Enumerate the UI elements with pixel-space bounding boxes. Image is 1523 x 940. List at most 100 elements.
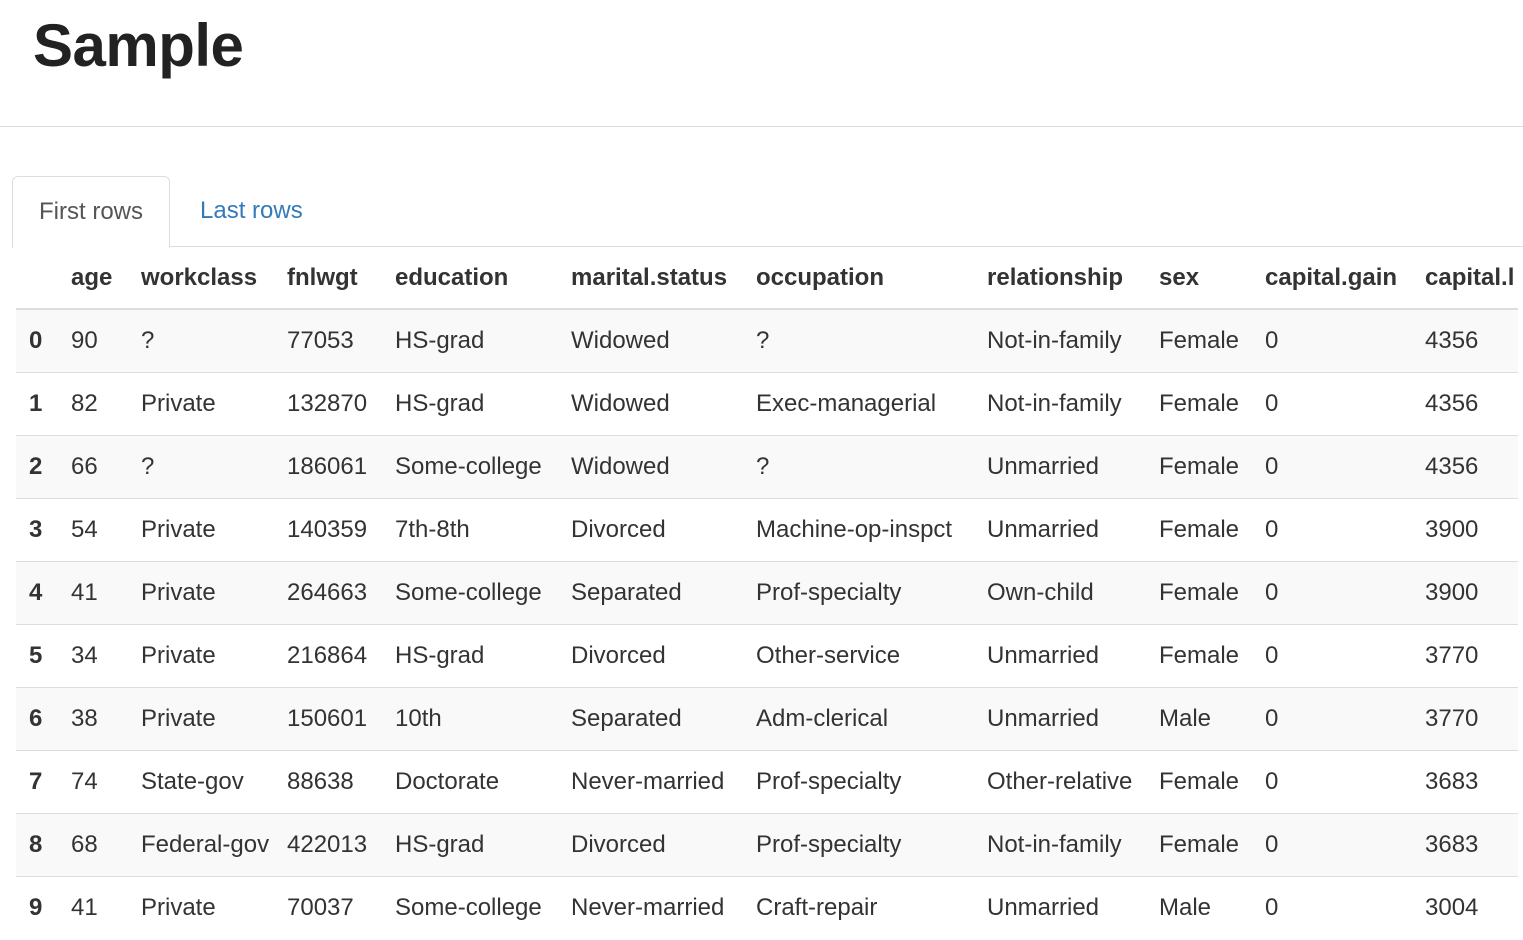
column-header-index[interactable] — [16, 248, 71, 310]
cell-index: 5 — [16, 624, 71, 688]
cell-occupation: Exec-managerial — [756, 372, 987, 436]
cell-workclass: State-gov — [141, 750, 287, 814]
table-row: 9 41 Private 70037 Some-college Never-married… — [16, 876, 1518, 939]
column-header-age[interactable]: age — [71, 248, 141, 310]
column-header-capital-gain[interactable]: capital.gain — [1265, 248, 1425, 310]
cell-occupation: Adm-clerical — [756, 687, 987, 751]
cell-sex: Female — [1159, 813, 1265, 877]
column-header-fnlwgt[interactable]: fnlwgt — [287, 248, 395, 310]
table-row: 4 41 Private 264663 Some-college Separated Pro… — [16, 561, 1518, 625]
cell-index: 6 — [16, 687, 71, 751]
cell-age: 34 — [71, 624, 141, 688]
cell-capital-gain: 0 — [1265, 372, 1425, 436]
tab-bar: First rows Last rows — [12, 176, 1523, 248]
cell-education: HS-grad — [395, 372, 571, 436]
cell-education: Some-college — [395, 876, 571, 939]
cell-fnlwgt: 216864 — [287, 624, 395, 688]
page-title: Sample — [33, 12, 244, 79]
cell-fnlwgt: 140359 — [287, 498, 395, 562]
cell-capital-loss: 4356 — [1425, 308, 1518, 373]
cell-education: Some-college — [395, 561, 571, 625]
cell-fnlwgt: 88638 — [287, 750, 395, 814]
cell-index: 7 — [16, 750, 71, 814]
cell-occupation: Prof-specialty — [756, 561, 987, 625]
cell-capital-loss: 4356 — [1425, 435, 1518, 499]
cell-capital-loss: 3900 — [1425, 498, 1518, 562]
table-row: 6 38 Private 150601 10th Separated Adm-clerica… — [16, 687, 1518, 751]
cell-occupation: Other-service — [756, 624, 987, 688]
cell-fnlwgt: 77053 — [287, 308, 395, 373]
table-header-row: age workclass fnlwgt education marital.s… — [16, 248, 1518, 310]
cell-age: 54 — [71, 498, 141, 562]
cell-sex: Female — [1159, 308, 1265, 373]
cell-capital-gain: 0 — [1265, 435, 1425, 499]
cell-capital-gain: 0 — [1265, 624, 1425, 688]
cell-marital-status: Divorced — [571, 498, 756, 562]
cell-education: HS-grad — [395, 308, 571, 373]
column-header-marital-status[interactable]: marital.status — [571, 248, 756, 310]
cell-occupation: Prof-specialty — [756, 813, 987, 877]
column-header-relationship[interactable]: relationship — [987, 248, 1159, 310]
cell-relationship: Not-in-family — [987, 372, 1159, 436]
cell-relationship: Not-in-family — [987, 813, 1159, 877]
cell-fnlwgt: 70037 — [287, 876, 395, 939]
cell-relationship: Other-relative — [987, 750, 1159, 814]
cell-workclass: Private — [141, 687, 287, 751]
cell-marital-status: Separated — [571, 687, 756, 751]
cell-capital-loss: 3683 — [1425, 813, 1518, 877]
cell-relationship: Not-in-family — [987, 308, 1159, 373]
cell-relationship: Unmarried — [987, 498, 1159, 562]
column-header-workclass[interactable]: workclass — [141, 248, 287, 310]
table-row: 7 74 State-gov 88638 Doctorate Never-married P… — [16, 750, 1518, 814]
table-row: 2 66? 186061 Some-college Widowed? Unmarried F… — [16, 435, 1518, 499]
cell-marital-status: Never-married — [571, 876, 756, 939]
cell-fnlwgt: 422013 — [287, 813, 395, 877]
cell-sex: Male — [1159, 876, 1265, 939]
cell-workclass: Federal-gov — [141, 813, 287, 877]
cell-capital-gain: 0 — [1265, 876, 1425, 939]
cell-sex: Female — [1159, 561, 1265, 625]
tab-first-rows[interactable]: First rows — [12, 176, 170, 248]
cell-age: 90 — [71, 308, 141, 373]
table-row: 0 90? 77053 HS-grad Widowed? Not-in-family Fem… — [16, 308, 1518, 373]
cell-occupation: Craft-repair — [756, 876, 987, 939]
cell-occupation: Machine-op-inspct — [756, 498, 987, 562]
cell-sex: Female — [1159, 435, 1265, 499]
cell-capital-loss: 4356 — [1425, 372, 1518, 436]
column-header-education[interactable]: education — [395, 248, 571, 310]
cell-age: 82 — [71, 372, 141, 436]
cell-workclass: Private — [141, 876, 287, 939]
cell-sex: Female — [1159, 750, 1265, 814]
divider — [0, 126, 1523, 127]
table-row: 5 34 Private 216864 HS-grad Divorced Other-ser… — [16, 624, 1518, 688]
cell-index: 1 — [16, 372, 71, 436]
cell-workclass: Private — [141, 624, 287, 688]
cell-index: 8 — [16, 813, 71, 877]
column-header-capital-loss[interactable]: capital.l — [1425, 248, 1518, 310]
cell-marital-status: Divorced — [571, 624, 756, 688]
cell-fnlwgt: 264663 — [287, 561, 395, 625]
cell-capital-gain: 0 — [1265, 750, 1425, 814]
column-header-sex[interactable]: sex — [1159, 248, 1265, 310]
cell-index: 0 — [16, 308, 71, 373]
cell-age: 41 — [71, 876, 141, 939]
cell-index: 2 — [16, 435, 71, 499]
cell-age: 38 — [71, 687, 141, 751]
cell-marital-status: Divorced — [571, 813, 756, 877]
cell-capital-gain: 0 — [1265, 308, 1425, 373]
cell-capital-gain: 0 — [1265, 687, 1425, 751]
cell-marital-status: Separated — [571, 561, 756, 625]
cell-marital-status: Never-married — [571, 750, 756, 814]
cell-capital-loss: 3683 — [1425, 750, 1518, 814]
cell-marital-status: Widowed — [571, 435, 756, 499]
cell-relationship: Unmarried — [987, 435, 1159, 499]
tab-last-rows[interactable]: Last rows — [174, 176, 329, 247]
cell-workclass: ? — [141, 308, 287, 373]
cell-index: 3 — [16, 498, 71, 562]
cell-index: 4 — [16, 561, 71, 625]
column-header-occupation[interactable]: occupation — [756, 248, 987, 310]
cell-education: 10th — [395, 687, 571, 751]
cell-relationship: Unmarried — [987, 624, 1159, 688]
cell-capital-loss: 3900 — [1425, 561, 1518, 625]
cell-capital-loss: 3770 — [1425, 687, 1518, 751]
